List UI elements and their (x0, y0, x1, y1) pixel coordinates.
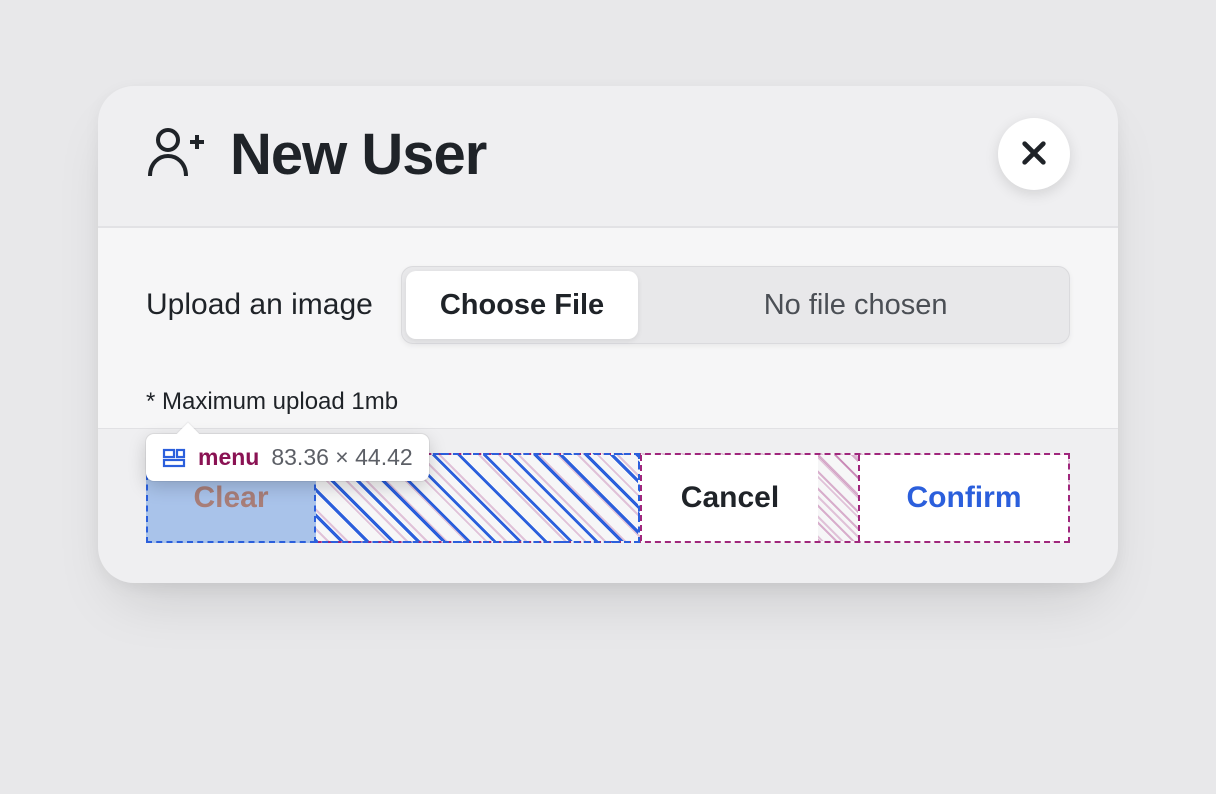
button-gap (818, 455, 858, 541)
header-left: New User (146, 121, 486, 188)
tooltip-tag: menu (198, 444, 259, 471)
dialog-title: New User (230, 121, 486, 188)
upload-hint: * Maximum upload 1mb menu 83.36 × 44.42 (146, 388, 1070, 428)
cancel-button[interactable]: Cancel (640, 455, 818, 541)
upload-label: Upload an image (146, 288, 373, 322)
file-status: No file chosen (642, 267, 1069, 343)
devtools-tooltip: menu 83.36 × 44.42 (146, 434, 429, 481)
confirm-button[interactable]: Confirm (858, 455, 1068, 541)
dialog-body: Upload an image Choose File No file chos… (98, 228, 1118, 429)
tooltip-dimensions: 83.36 × 44.42 (271, 444, 412, 471)
close-button[interactable] (998, 118, 1070, 190)
file-picker: Choose File No file chosen (401, 266, 1070, 344)
close-icon (1018, 137, 1050, 172)
dialog-header: New User (98, 86, 1118, 228)
user-plus-icon (146, 124, 206, 184)
layout-icon (162, 446, 186, 470)
choose-file-button[interactable]: Choose File (406, 271, 638, 339)
new-user-dialog: New User Upload an image Choose File No … (98, 86, 1118, 583)
upload-row: Upload an image Choose File No file chos… (146, 266, 1070, 344)
